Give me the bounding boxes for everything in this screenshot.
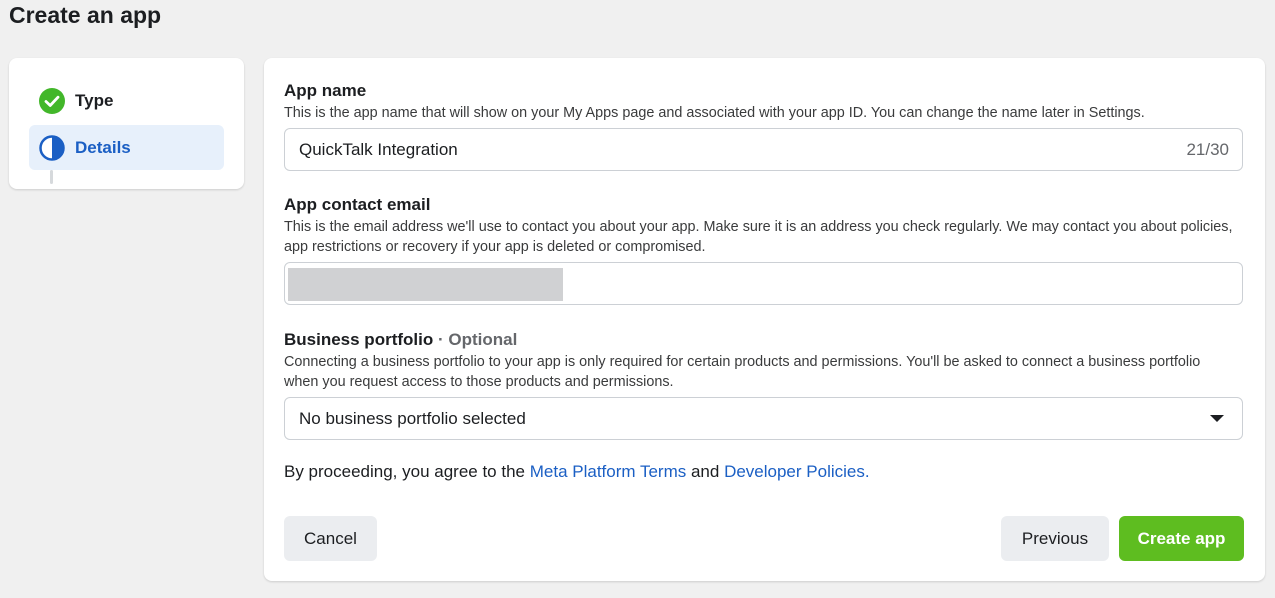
app-name-title: App name bbox=[284, 81, 367, 100]
app-details-form: App name This is the app name that will … bbox=[264, 58, 1265, 581]
cancel-button[interactable]: Cancel bbox=[284, 516, 377, 561]
create-app-button[interactable]: Create app bbox=[1119, 516, 1244, 561]
step-connector bbox=[50, 170, 53, 184]
contact-email-input[interactable] bbox=[284, 262, 1243, 305]
app-name-input[interactable]: QuickTalk Integration 21/30 bbox=[284, 128, 1243, 171]
step-details[interactable]: Details bbox=[29, 125, 224, 170]
step-type[interactable]: Type bbox=[29, 78, 224, 123]
steps-sidebar: Type Details bbox=[9, 58, 244, 189]
business-portfolio-description: Connecting a business portfolio to your … bbox=[284, 354, 1201, 390]
page-title: Create an app bbox=[9, 2, 162, 28]
business-portfolio-selected: No business portfolio selected bbox=[299, 408, 526, 428]
app-name-description: This is the app name that will show on y… bbox=[284, 105, 1145, 121]
optional-label: · Optional bbox=[437, 330, 518, 349]
check-circle-icon bbox=[39, 87, 65, 114]
step-type-label: Type bbox=[75, 90, 114, 110]
business-portfolio-title: Business portfolio · Optional bbox=[284, 330, 518, 349]
business-portfolio-select[interactable]: No business portfolio selected bbox=[284, 397, 1243, 440]
app-name-value: QuickTalk Integration bbox=[299, 139, 458, 159]
app-name-char-counter: 21/30 bbox=[1186, 139, 1229, 159]
contact-email-title: App contact email bbox=[284, 195, 431, 214]
redacted-email-value bbox=[288, 268, 563, 301]
contact-email-description: This is the email address we'll use to c… bbox=[284, 219, 1233, 255]
terms-notice: By proceeding, you agree to the Meta Pla… bbox=[284, 462, 870, 481]
developer-policies-link[interactable]: Developer Policies. bbox=[724, 462, 870, 481]
step-details-label: Details bbox=[75, 137, 131, 157]
previous-button[interactable]: Previous bbox=[1001, 516, 1109, 561]
caret-down-icon bbox=[1210, 415, 1224, 422]
meta-platform-terms-link[interactable]: Meta Platform Terms bbox=[530, 462, 687, 481]
half-circle-icon bbox=[39, 134, 65, 161]
